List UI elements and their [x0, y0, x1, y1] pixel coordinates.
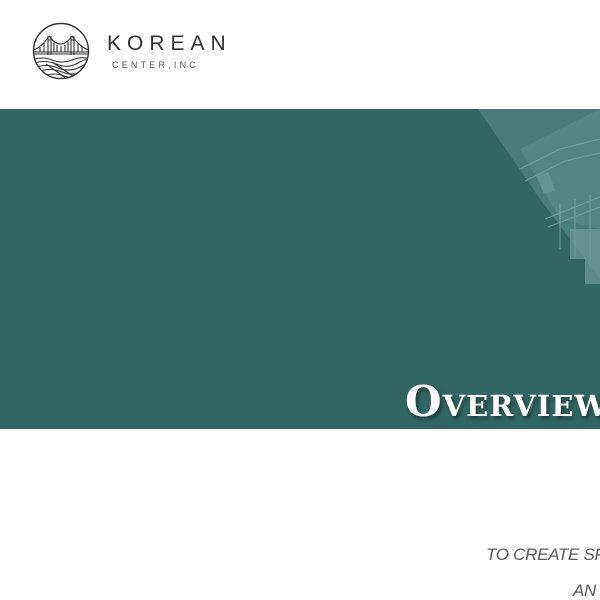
page: KOREAN CENTER,INC Overview TO CREATE S A…: [0, 0, 600, 600]
page-title: Overview: [405, 377, 600, 427]
home-logo-link[interactable]: KOREAN CENTER,INC: [32, 22, 232, 84]
logo-subtitle: CENTER,INC: [112, 60, 200, 70]
bridge-wave-emblem-icon: [32, 22, 90, 80]
logo-wordmark: KOREAN: [107, 32, 232, 55]
site-header: KOREAN CENTER,INC: [0, 0, 600, 109]
hero-banner: Overview: [0, 109, 600, 429]
mission-text-line-1: TO CREATE SPA: [486, 545, 600, 564]
mission-text-line-2: AN: [573, 581, 597, 600]
mission-section: TO CREATE SPA AN: [0, 429, 600, 600]
